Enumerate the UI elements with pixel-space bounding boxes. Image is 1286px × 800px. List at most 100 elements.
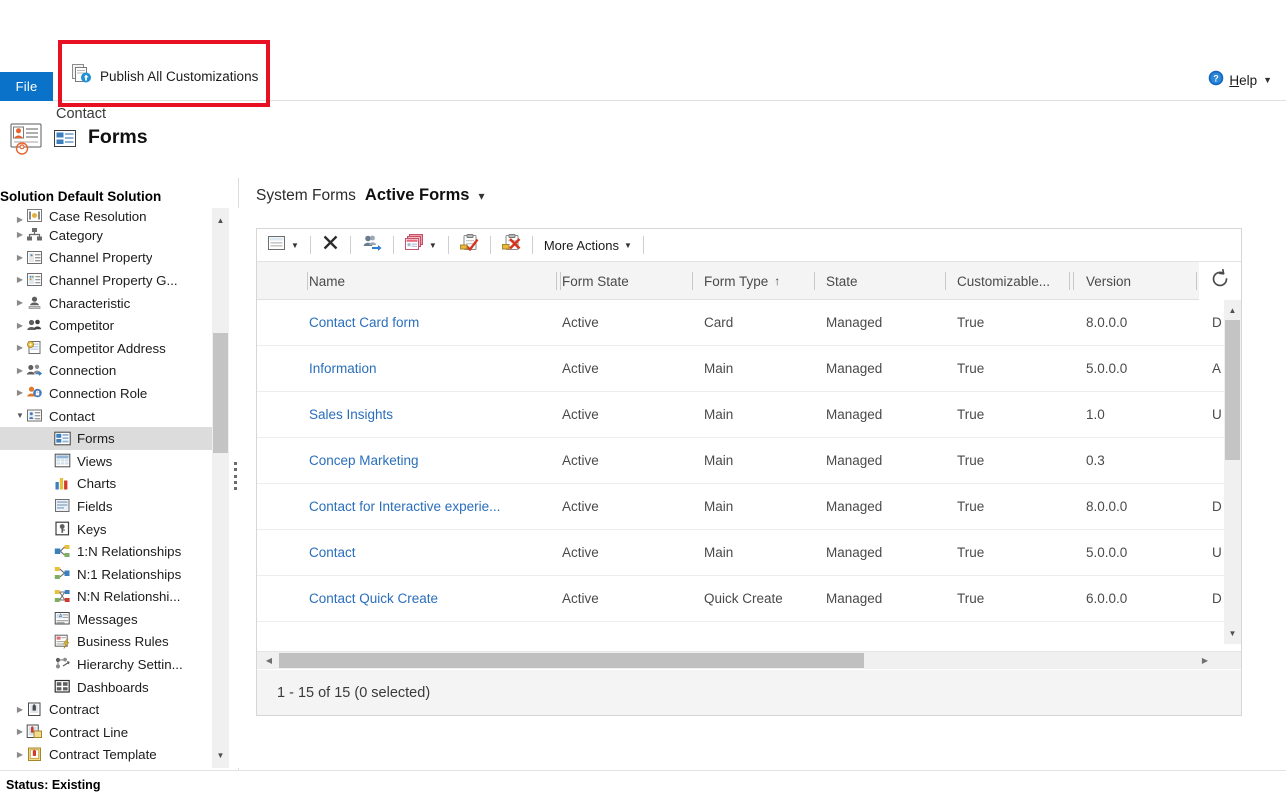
help-button[interactable]: ? Help ▼	[1208, 68, 1272, 92]
tree-expand-toggle-closed[interactable]: ▶	[14, 216, 26, 224]
tree-expand-toggle-closed[interactable]: ▶	[14, 299, 26, 307]
column-resize-handle[interactable]	[1069, 272, 1074, 290]
cell-name[interactable]: Concep Marketing	[309, 438, 547, 483]
sidebar-item-fields[interactable]: Fields	[0, 495, 222, 518]
more-actions-button[interactable]: More Actions ▼	[539, 231, 637, 259]
sidebar-item-category[interactable]: ▶ Category	[0, 224, 222, 247]
tree-expand-toggle-open[interactable]: ▼	[14, 412, 26, 420]
table-row[interactable]: Contact Quick Create Active Quick Create Ma…	[257, 576, 1241, 622]
column-resize-handle[interactable]	[307, 272, 308, 290]
sidebar-item-contact[interactable]: ▼ Contact	[0, 405, 222, 428]
sidebar-item-connection-role[interactable]: ▶ Connection Role	[0, 382, 222, 405]
scroll-up-arrow[interactable]: ▲	[1224, 302, 1241, 319]
column-resize-handle[interactable]	[692, 272, 693, 290]
column-header-customizable[interactable]: Customizable...	[957, 262, 1050, 300]
sidebar-item-dashboards[interactable]: Dashboards	[0, 676, 222, 699]
sidebar-item-contract-line[interactable]: ▶ Contract Line	[0, 721, 222, 744]
tree-expand-toggle-closed[interactable]: ▶	[14, 705, 26, 714]
sidebar-item-competitor[interactable]: ▶ Competitor	[0, 314, 222, 337]
column-resize-handle[interactable]	[945, 272, 946, 290]
sidebar-item-characteristic[interactable]: ▶ Characteristic	[0, 292, 222, 315]
column-header-form-type[interactable]: Form Type ↑	[704, 262, 780, 300]
table-row[interactable]: Information Active Main Managed True 5.0.0.0 A	[257, 346, 1241, 392]
sidebar-item-contract[interactable]: ▶ Contract	[0, 698, 222, 721]
table-row[interactable]: Contact Card form Active Card Managed True 8.…	[257, 300, 1241, 346]
chevron-down-icon[interactable]: ▼	[1263, 75, 1272, 85]
grid-vertical-scrollbar[interactable]: ▲ ▼	[1224, 300, 1241, 644]
sidebar-item-1-n-relationships[interactable]: 1:N Relationships	[0, 540, 222, 563]
column-resize-handle[interactable]	[556, 272, 561, 290]
cell-name[interactable]: Contact for Interactive experie...	[309, 484, 547, 529]
new-form-button[interactable]: ▼	[263, 231, 304, 259]
grid-scroll-thumb[interactable]	[1225, 320, 1240, 460]
scroll-left-arrow[interactable]: ◀	[261, 652, 277, 669]
tree-expand-toggle-closed[interactable]: ▶	[14, 366, 26, 375]
tree-expand-toggle-closed[interactable]: ▶	[14, 231, 26, 239]
chevron-down-icon[interactable]: ▾	[478, 189, 484, 203]
column-header-name[interactable]: Name	[309, 262, 345, 300]
cell-name[interactable]: Information	[309, 346, 547, 391]
scroll-down-arrow[interactable]: ▼	[1224, 625, 1241, 642]
table-row[interactable]: Concep Marketing Active Main Managed True 0.3	[257, 438, 1241, 484]
publish-all-customizations-button[interactable]: Publish All Customizations	[66, 62, 264, 90]
cell-form-type: Main	[704, 361, 734, 376]
tree-expand-toggle-closed[interactable]: ▶	[14, 750, 26, 759]
chevron-down-icon[interactable]: ▼	[624, 241, 632, 250]
sidebar-item-case-resolution[interactable]: ▶ Case Resolution	[0, 208, 222, 224]
sidebar-item-channel-property-g[interactable]: ▶ Channel Property G...	[0, 269, 222, 292]
cell-name[interactable]: Sales Insights	[309, 392, 547, 437]
cell-name[interactable]: Contact Quick Create	[309, 576, 547, 621]
sidebar-item-n-n-relationshi[interactable]: N:N Relationshi...	[0, 586, 222, 609]
tree-expand-toggle-closed[interactable]: ▶	[14, 321, 26, 330]
scroll-down-arrow[interactable]: ▼	[212, 747, 229, 764]
sidebar-item-contract-template[interactable]: ▶ Contract Template	[0, 744, 222, 767]
sidebar-item-keys[interactable]: Keys	[0, 518, 222, 541]
table-row[interactable]: Contact for Interactive experie... Active…	[257, 484, 1241, 530]
panel-splitter[interactable]	[233, 462, 239, 490]
table-row[interactable]: Contact Active Main Managed True 5.0.0.0 U	[257, 530, 1241, 576]
delete-button[interactable]	[317, 231, 344, 259]
active-view-label[interactable]: Active Forms	[365, 186, 470, 205]
dashboards-icon	[54, 679, 72, 695]
sidebar-item-hierarchy-settin[interactable]: Hierarchy Settin...	[0, 653, 222, 676]
scroll-up-arrow[interactable]: ▲	[212, 212, 229, 229]
copy-form-button[interactable]: ▼	[400, 231, 442, 259]
refresh-button[interactable]	[1199, 262, 1241, 300]
grid-hscroll-thumb[interactable]	[279, 653, 864, 668]
sidebar-item-views[interactable]: Views	[0, 450, 222, 473]
chevron-down-icon[interactable]: ▼	[429, 241, 437, 250]
table-row[interactable]: Sales Insights Active Main Managed True 1.0 U	[257, 392, 1241, 438]
tree-expand-toggle-closed[interactable]: ▶	[14, 253, 26, 262]
file-tab[interactable]: File	[0, 72, 53, 101]
cell-form-type: Main	[704, 453, 734, 468]
tree-expand-toggle-closed[interactable]: ▶	[14, 728, 26, 736]
tree-expand-toggle-closed[interactable]: ▶	[14, 389, 26, 397]
column-resize-handle[interactable]	[1196, 272, 1197, 290]
column-header-version[interactable]: Version	[1086, 262, 1131, 300]
column-resize-handle[interactable]	[814, 272, 815, 290]
sidebar-item-forms[interactable]: Forms	[0, 427, 222, 450]
sidebar-item-messages[interactable]: A Messages	[0, 608, 222, 631]
sidebar-item-competitor-address[interactable]: ▶ Competitor Address	[0, 337, 222, 360]
column-header-state[interactable]: State	[826, 262, 858, 300]
sidebar-item-charts[interactable]: Charts	[0, 473, 222, 496]
scroll-right-arrow[interactable]: ▶	[1197, 652, 1213, 669]
tree-scroll-thumb[interactable]	[213, 333, 228, 453]
deactivate-button[interactable]	[497, 231, 526, 259]
chevron-down-icon[interactable]: ▼	[291, 241, 299, 250]
tree-expand-toggle-closed[interactable]: ▶	[14, 276, 26, 284]
tree-vertical-scrollbar[interactable]: ▲ ▼	[212, 208, 229, 768]
cell-name[interactable]: Contact Card form	[309, 300, 547, 345]
assign-security-roles-button[interactable]	[357, 231, 387, 259]
help-accesskey: H	[1229, 72, 1240, 88]
sidebar-item-n-1-relationships[interactable]: N:1 Relationships	[0, 563, 222, 586]
activate-button[interactable]	[455, 231, 484, 259]
tree-expand-toggle-closed[interactable]: ▶	[14, 344, 26, 352]
sidebar-item-business-rules[interactable]: Business Rules	[0, 631, 222, 654]
sidebar-item-connection[interactable]: ▶ Connection	[0, 360, 222, 383]
column-header-form-state[interactable]: Form State	[562, 262, 629, 300]
cell-name[interactable]: Contact	[309, 530, 547, 575]
entity-tree[interactable]: ▶ Case Resolution ▶ Category ▶ Channel Proper…	[0, 208, 239, 768]
sidebar-item-channel-property[interactable]: ▶ Channel Property	[0, 247, 222, 270]
grid-horizontal-scrollbar[interactable]: ◀ ▶	[257, 651, 1241, 669]
